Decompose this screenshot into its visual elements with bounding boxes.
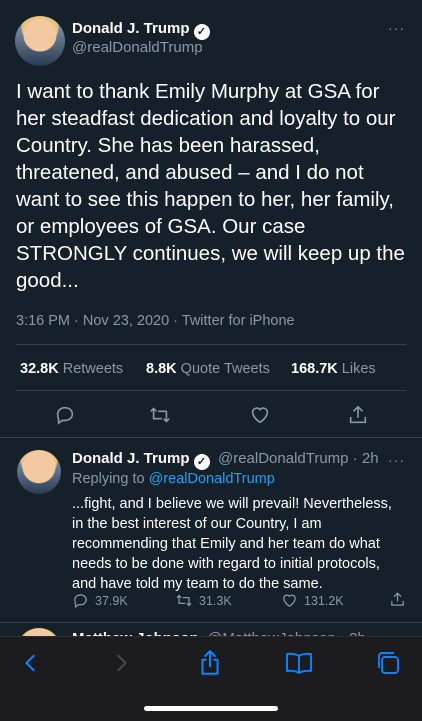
- reply-retweet-action[interactable]: 31.3K: [175, 592, 232, 609]
- quotes-count: 8.8K: [146, 361, 177, 377]
- bookmarks-icon[interactable]: [284, 651, 314, 680]
- tweet-timestamp[interactable]: 3:16 PM · Nov 23, 2020 · Twitter for iPh…: [16, 313, 295, 329]
- status-area: [0, 0, 422, 4]
- likes-count: 168.7K: [291, 361, 338, 377]
- reply-retweets-count: 31.3K: [199, 593, 232, 608]
- reply-author-name[interactable]: Donald J. Trump: [72, 450, 190, 467]
- replying-to: Replying to @realDonaldTrump: [72, 471, 275, 487]
- reply-more-icon[interactable]: ···: [388, 452, 405, 468]
- reply-icon: [74, 594, 87, 609]
- divider: [0, 622, 422, 623]
- reply-icon[interactable]: [54, 404, 76, 431]
- tweet-line: or employees of GSA. Our case: [16, 215, 306, 238]
- verified-icon: ✓: [193, 454, 210, 470]
- heart-icon[interactable]: [249, 404, 271, 431]
- home-indicator: [144, 706, 278, 711]
- tweet-line: good...: [16, 269, 79, 292]
- retweet-icon[interactable]: [148, 404, 172, 431]
- tweet-line: I want to thank Emily Murphy at GSA for: [16, 80, 380, 103]
- reply-header: Donald J. Trump ✓ @realDonaldTrump · 2h: [72, 450, 379, 470]
- tabs-icon[interactable]: [375, 650, 401, 681]
- verified-icon: ✓: [193, 24, 210, 40]
- tweet-line: Country. She has been harassed,: [16, 134, 320, 157]
- share-sheet-icon[interactable]: [197, 649, 223, 682]
- reply-meta[interactable]: @realDonaldTrump · 2h: [218, 450, 379, 467]
- author-name[interactable]: Donald J. Trump: [72, 20, 190, 37]
- quotes-label: Quote Tweets: [180, 361, 270, 377]
- reply-likes-count: 131.2K: [304, 593, 344, 608]
- divider: [0, 437, 422, 438]
- likes-label: Likes: [341, 361, 376, 377]
- reply-line: in the best interest of our Country, I a…: [72, 516, 322, 532]
- reply-replies-count: 37.9K: [95, 593, 128, 608]
- quote-tweets-stat[interactable]: 8.8K Quote Tweets: [146, 361, 270, 377]
- retweets-stat[interactable]: 32.8K Retweets: [20, 361, 123, 377]
- more-options-icon[interactable]: ···: [388, 20, 405, 36]
- tweet-text: I want to thank Emily Murphy at GSA for …: [16, 78, 416, 294]
- heart-icon: [283, 594, 296, 607]
- reply-reply-action[interactable]: 37.9K: [72, 592, 128, 609]
- retweets-label: Retweets: [62, 361, 124, 377]
- divider: [16, 344, 406, 345]
- divider: [16, 390, 406, 391]
- back-icon[interactable]: [20, 651, 42, 680]
- retweets-count: 32.8K: [20, 361, 59, 377]
- tweet-line: her steadfast dedication and loyalty to …: [16, 107, 396, 130]
- share-icon[interactable]: [347, 404, 369, 431]
- forward-icon[interactable]: [110, 651, 132, 680]
- author-name-row[interactable]: Donald J. Trump ✓: [72, 20, 210, 40]
- reply-line: ...fight, and I believe we will prevail!…: [72, 496, 392, 512]
- reply-avatar[interactable]: [17, 450, 61, 494]
- tweet-line: STRONGLY continues, we will keep up the: [16, 242, 405, 265]
- reply-line: and have told my team to do the same.: [72, 576, 323, 592]
- avatar[interactable]: [15, 16, 65, 66]
- replying-handle-link[interactable]: @realDonaldTrump: [149, 471, 275, 487]
- reply-line: needs to be done with regard to initial …: [72, 556, 380, 572]
- author-handle[interactable]: @realDonaldTrump: [72, 39, 203, 56]
- likes-stat[interactable]: 168.7K Likes: [291, 361, 376, 377]
- tweet-line: want to see this happen to her, her fami…: [16, 188, 394, 211]
- replying-prefix: Replying to: [72, 471, 145, 487]
- reply-share-icon[interactable]: [389, 591, 406, 613]
- retweet-icon: [176, 594, 192, 607]
- reply-like-action[interactable]: 131.2K: [281, 592, 344, 609]
- tweet-line: threatened, and abused – and I do not: [16, 161, 364, 184]
- reply-line: recommending that Emily and her team do …: [72, 536, 380, 552]
- reply-text: ...fight, and I believe we will prevail!…: [72, 494, 417, 594]
